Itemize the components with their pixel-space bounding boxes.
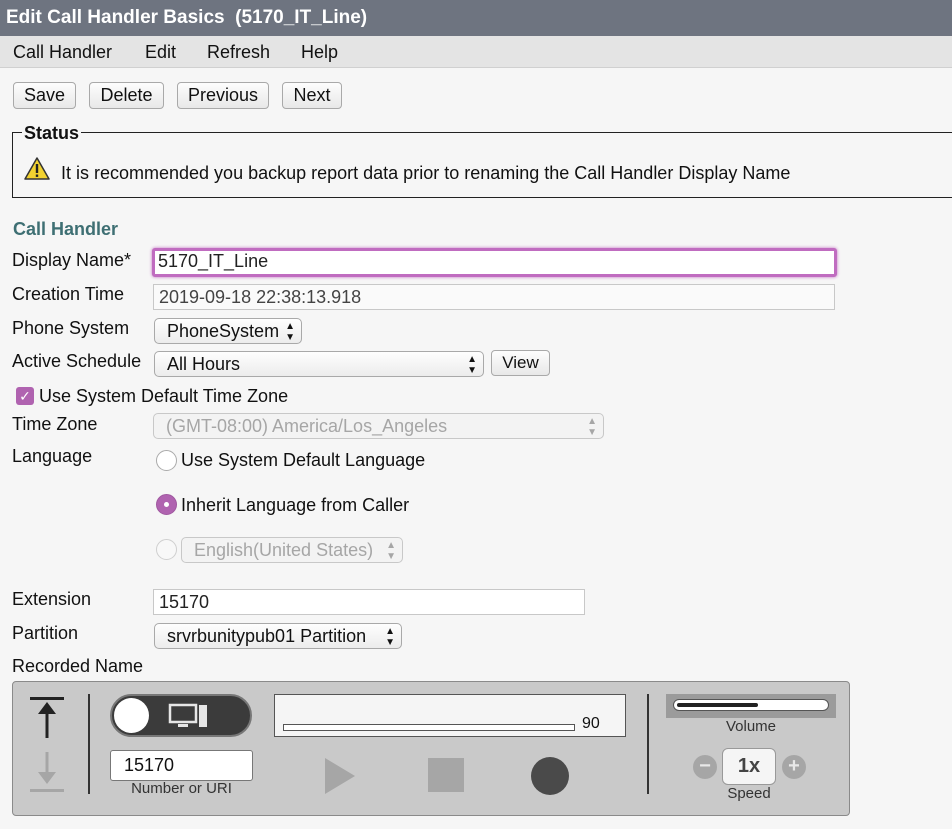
device-toggle[interactable] <box>110 694 252 737</box>
creation-time-label: Creation Time <box>12 284 125 304</box>
creation-time-field: 2019-09-18 22:38:13.918 <box>153 284 835 310</box>
select-arrows-icon: ▲ ▼ <box>385 626 395 648</box>
select-arrows-icon: ▲ ▼ <box>386 540 396 562</box>
download-icon <box>28 752 66 799</box>
phone-system-value: PhoneSystem <box>167 321 280 341</box>
speed-value: 1x <box>722 748 776 785</box>
progress-value: 90 <box>582 715 600 732</box>
language-radio-system-default[interactable] <box>156 450 177 471</box>
volume-slider[interactable] <box>673 699 829 711</box>
status-legend: Status <box>22 123 82 144</box>
speed-decrease-icon[interactable]: − <box>693 755 717 779</box>
active-schedule-value: All Hours <box>167 354 241 374</box>
save-button[interactable]: Save <box>13 82 76 109</box>
partition-select[interactable]: srvrbunitypub01 Partition ▲ ▼ <box>154 623 402 649</box>
menu-help[interactable]: Help <box>301 42 338 63</box>
menu-bar: Call Handler Edit Refresh Help <box>0 36 952 68</box>
delete-button[interactable]: Delete <box>89 82 164 109</box>
warning-icon <box>24 156 50 185</box>
menu-edit[interactable]: Edit <box>145 42 176 63</box>
menu-refresh[interactable]: Refresh <box>207 42 270 63</box>
window-title: Edit Call Handler Basics (5170_IT_Line) <box>0 0 952 36</box>
volume-caption: Volume <box>725 718 777 735</box>
language-option-label: Use System Default Language <box>181 450 426 470</box>
next-button[interactable]: Next <box>282 82 342 109</box>
progress-track[interactable] <box>283 724 575 731</box>
number-or-uri-field[interactable]: 15170 <box>110 750 253 781</box>
active-schedule-label: Active Schedule <box>12 351 142 371</box>
stop-icon <box>428 758 464 792</box>
phone-system-label: Phone System <box>12 318 130 338</box>
language-select: English(United States) ▲ ▼ <box>181 537 403 563</box>
status-message: It is recommended you backup report data… <box>61 163 791 183</box>
active-schedule-select[interactable]: All Hours ▲ ▼ <box>154 351 484 377</box>
computer-icon <box>168 703 210 734</box>
display-name-label: Display Name* <box>12 250 132 270</box>
phone-system-select[interactable]: PhoneSystem ▲ ▼ <box>154 318 302 344</box>
use-default-tz-label: Use System Default Time Zone <box>39 386 289 406</box>
divider <box>647 694 649 794</box>
view-button[interactable]: View <box>491 350 550 376</box>
upload-icon[interactable] <box>28 696 66 745</box>
number-or-uri-caption: Number or URI <box>131 780 232 797</box>
time-zone-label: Time Zone <box>12 414 98 434</box>
menu-call-handler[interactable]: Call Handler <box>13 42 112 63</box>
speed-caption: Speed <box>727 785 771 802</box>
time-zone-value: (GMT-08:00) America/Los_Angeles <box>166 416 448 436</box>
volume-fill <box>677 703 758 707</box>
display-name-field[interactable]: 5170_IT_Line <box>152 248 837 277</box>
toggle-knob <box>114 698 149 733</box>
use-default-tz-checkbox[interactable]: ✓ <box>16 387 34 405</box>
language-radio-specific <box>156 539 177 560</box>
partition-label: Partition <box>12 623 79 643</box>
divider <box>88 694 90 794</box>
extension-field[interactable]: 15170 <box>153 589 585 615</box>
play-icon <box>323 756 357 801</box>
extension-label: Extension <box>12 589 92 609</box>
select-arrows-icon: ▲ ▼ <box>587 416 597 438</box>
language-label: Language <box>12 446 93 466</box>
select-arrows-icon: ▲ ▼ <box>467 354 477 376</box>
progress-panel: 90 <box>274 694 626 737</box>
recorded-name-label: Recorded Name <box>12 656 144 676</box>
language-radio-inherit[interactable] <box>156 494 177 515</box>
partition-value: srvrbunitypub01 Partition <box>167 626 367 646</box>
record-icon[interactable] <box>531 757 569 795</box>
language-option-label: Inherit Language from Caller <box>181 495 410 515</box>
section-title: Call Handler <box>13 219 119 239</box>
language-select-value: English(United States) <box>194 540 374 560</box>
time-zone-select: (GMT-08:00) America/Los_Angeles ▲ ▼ <box>153 413 604 439</box>
previous-button[interactable]: Previous <box>177 82 269 109</box>
select-arrows-icon: ▲ ▼ <box>285 321 295 343</box>
volume-panel <box>666 694 836 718</box>
speed-increase-icon[interactable]: + <box>782 755 806 779</box>
